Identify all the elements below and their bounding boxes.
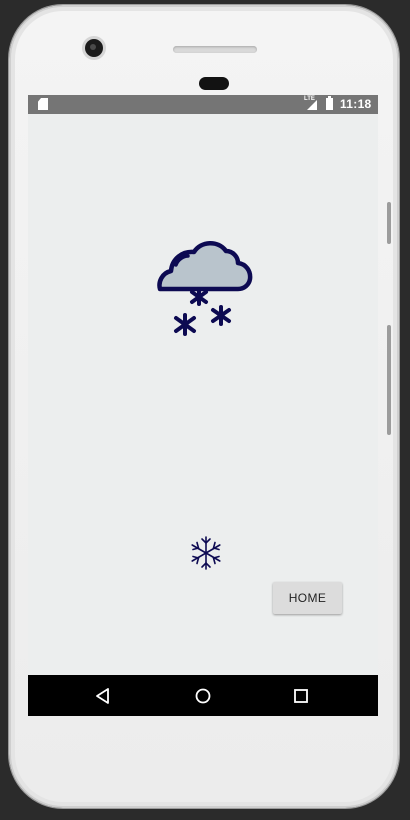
network-type-label: LTE — [304, 96, 315, 102]
status-bar: LTE 11:18 — [28, 95, 378, 114]
home-button[interactable]: HOME — [273, 582, 342, 614]
proximity-sensor — [199, 77, 229, 90]
front-camera — [85, 39, 103, 57]
earpiece-speaker — [173, 46, 257, 53]
battery-icon — [326, 96, 333, 110]
recents-icon[interactable] — [291, 686, 311, 706]
sd-card-icon — [38, 98, 48, 110]
status-clock: 11:18 — [340, 97, 372, 111]
app-screen: LTE 11:18 HOME — [28, 95, 378, 716]
home-icon[interactable] — [193, 686, 213, 706]
back-icon[interactable] — [93, 686, 113, 706]
snowflake-icon — [191, 536, 221, 570]
snow-cloud-icon — [157, 241, 253, 336]
navigation-bar — [28, 675, 378, 716]
volume-button — [387, 202, 391, 244]
power-button — [387, 325, 391, 435]
